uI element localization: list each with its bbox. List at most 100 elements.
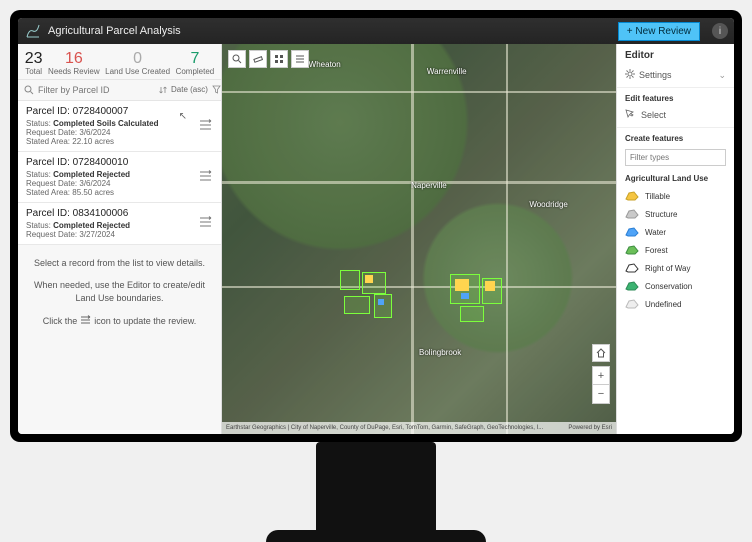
stat-landuse[interactable]: 0 Land Use Created [105,50,170,77]
editor-settings-row[interactable]: Settings ⌄ [617,65,734,85]
feature-type-label: Forest [645,246,668,255]
filter-types-input[interactable] [625,149,726,166]
map-basemap-button[interactable] [270,50,288,68]
map-toolbar [228,50,309,68]
parcel-row[interactable]: Parcel ID: 0834100006 Status: Completed R… [18,203,221,245]
app-logo-icon [24,22,42,40]
feature-type-label: Structure [645,210,677,219]
feature-type-conservation[interactable]: Conservation [617,277,734,295]
stats-row: 23 Total 16 Needs Review 0 Land Use Crea… [18,44,221,79]
stat-land-value: 0 [105,50,170,68]
feature-type-label: Undefined [645,300,681,309]
review-arrows-icon[interactable] [199,119,213,133]
editor-select-tool[interactable]: Select [617,105,734,125]
stat-needs-review[interactable]: 16 Needs Review [48,50,100,77]
stat-needs-label: Needs Review [48,68,100,77]
stat-comp-value: 7 [176,50,215,68]
parcel-list[interactable]: Parcel ID: 0728400007Status: Completed S… [18,101,221,245]
map-measure-button[interactable] [249,50,267,68]
map-roads [222,44,616,434]
app-title: Agricultural Parcel Analysis [48,25,181,37]
attribution-text: Earthstar Geographics | City of Napervil… [226,425,543,431]
feature-type-label: Tillable [645,192,670,201]
parcel-status: Status: Completed Rejected [26,170,213,179]
review-arrows-icon[interactable] [199,216,213,230]
attribution-powered: Powered by Esri [568,425,612,431]
parcel-request-date: Request Date: 3/27/2024 [26,230,213,239]
feature-swatch-icon [625,281,639,291]
parcel-request-date: Request Date: 3/6/2024 [26,128,213,137]
pointer-cursor-icon: ↖ [179,111,187,122]
sort-label[interactable]: Date (asc) [171,85,208,94]
feature-swatch-icon [625,227,639,237]
map-label-wheaton: Wheaton [309,60,341,69]
stat-total-value: 23 [25,50,43,68]
feature-swatch-icon [625,191,639,201]
map-home-button[interactable] [592,344,610,362]
parcel-id: Parcel ID: 0834100006 [26,208,213,219]
map-legend-button[interactable] [291,50,309,68]
map-attribution: Earthstar Geographics | City of Napervil… [222,422,616,434]
hint-line-2: When needed, use the Editor to create/ed… [32,279,207,304]
hint-panel: Select a record from the list to view de… [18,245,221,350]
feature-swatch-icon [625,263,639,273]
parcel-request-date: Request Date: 3/6/2024 [26,179,213,188]
chevron-down-icon: ⌄ [718,70,726,81]
hint-line-3: Click the icon to update the review. [32,315,207,329]
parcel-status: Status: Completed Rejected [26,221,213,230]
gear-icon [625,69,635,81]
search-icon [24,84,34,96]
feature-type-label: Water [645,228,666,237]
map-label-naperville: Naperville [411,181,447,190]
filter-row: Date (asc) [18,79,221,101]
left-panel: 23 Total 16 Needs Review 0 Land Use Crea… [18,44,222,434]
info-icon[interactable]: i [712,23,728,39]
feature-type-label: Right of Way [645,264,691,273]
feature-swatch-icon [625,299,639,309]
filter-parcel-input[interactable] [38,85,155,95]
stat-land-label: Land Use Created [105,68,170,77]
edit-features-label: Edit features [617,87,734,105]
stat-comp-label: Completed [176,68,215,77]
parcel-row[interactable]: Parcel ID: 0728400010 Status: Completed R… [18,152,221,203]
new-review-button[interactable]: + New Review [618,22,700,41]
feature-type-right-of-way[interactable]: Right of Way [617,259,734,277]
zoom-out-button[interactable]: − [593,385,609,403]
feature-type-tillable[interactable]: Tillable [617,187,734,205]
category-label: Agricultural Land Use [617,170,734,187]
select-cursor-icon [625,109,635,121]
filter-funnel-icon[interactable] [212,84,221,96]
parcel-area: Stated Area: 22.10 acres [26,137,213,146]
review-arrows-icon[interactable] [199,170,213,184]
parcel-area: Stated Area: 85.50 acres [26,188,213,197]
settings-label: Settings [639,70,672,80]
create-features-label: Create features [617,127,734,145]
feature-type-water[interactable]: Water [617,223,734,241]
stat-total-label: Total [25,68,43,77]
editor-title: Editor [617,44,734,65]
titlebar: Agricultural Parcel Analysis + New Revie… [18,18,734,44]
select-label: Select [641,110,666,120]
feature-swatch-icon [625,209,639,219]
feature-type-label: Conservation [645,282,692,291]
feature-type-structure[interactable]: Structure [617,205,734,223]
map-canvas[interactable]: Naperville Warrenville Wheaton Bolingbro… [222,44,616,434]
hint-line-1: Select a record from the list to view de… [32,257,207,270]
parcel-row[interactable]: Parcel ID: 0728400007Status: Completed S… [18,101,221,152]
zoom-in-button[interactable]: + [593,367,609,385]
editor-panel: Editor Settings ⌄ Edit features Select C… [616,44,734,434]
parcel-polygons[interactable] [340,270,520,340]
sort-icon[interactable] [159,84,167,96]
map-zoom-control: + − [592,366,610,404]
map-label-bolingbrook: Bolingbrook [419,348,461,357]
map-label-woodridge: Woodridge [529,200,568,209]
feature-type-undefined[interactable]: Undefined [617,295,734,313]
stat-needs-value: 16 [48,50,100,68]
map-search-button[interactable] [228,50,246,68]
feature-swatch-icon [625,245,639,255]
stat-total[interactable]: 23 Total [25,50,43,77]
feature-type-forest[interactable]: Forest [617,241,734,259]
map-label-warrenville: Warrenville [427,67,467,76]
stat-completed[interactable]: 7 Completed [176,50,215,77]
parcel-id: Parcel ID: 0728400010 [26,157,213,168]
